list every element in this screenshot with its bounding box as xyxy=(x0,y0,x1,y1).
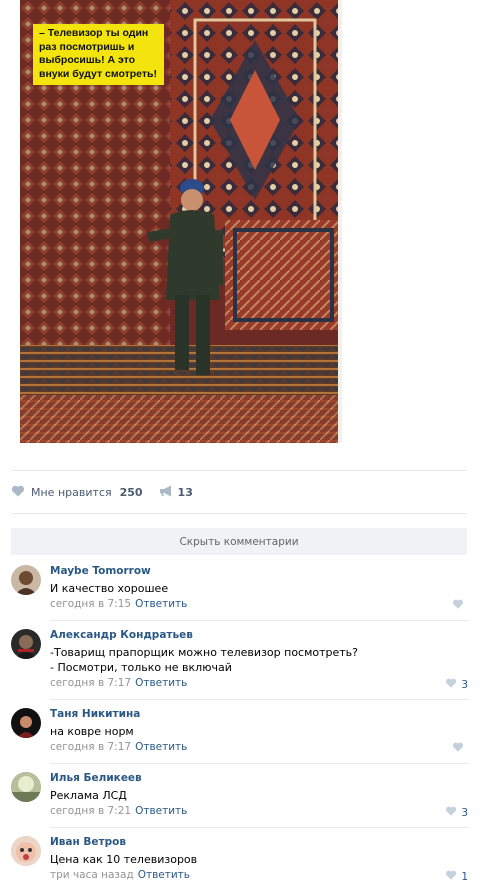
comment-like-count: 3 xyxy=(461,806,468,819)
avatar[interactable] xyxy=(11,772,41,802)
comment-author[interactable]: Maybe Tomorrow xyxy=(50,565,151,577)
reply-button[interactable]: Ответить xyxy=(138,869,190,881)
like-count: 250 xyxy=(119,485,143,499)
comment-item: Иван Ветров Цена как 10 телевизоров три … xyxy=(0,836,488,884)
comment-like-button[interactable]: 1 xyxy=(445,870,468,883)
comment-time[interactable]: сегодня в 7:15 xyxy=(50,598,131,610)
comment-item: Александр Кондратьев -Товарищ прапорщик … xyxy=(0,629,488,699)
comment-author[interactable]: Иван Ветров xyxy=(50,836,126,848)
heart-icon xyxy=(452,742,464,755)
heart-icon xyxy=(445,678,457,691)
comment-time[interactable]: сегодня в 7:17 xyxy=(50,677,131,689)
comment-time[interactable]: сегодня в 7:21 xyxy=(50,805,131,817)
comment-author[interactable]: Александр Кондратьев xyxy=(50,629,193,641)
share-button[interactable]: 13 xyxy=(159,485,193,500)
heart-icon xyxy=(445,870,457,883)
avatar[interactable] xyxy=(11,629,41,659)
avatar[interactable] xyxy=(11,836,41,866)
like-button[interactable]: Мне нравится 250 xyxy=(11,485,143,500)
comment-like-count: 3 xyxy=(461,678,468,691)
comment-text: на ковре норм xyxy=(50,725,134,738)
comment-time[interactable]: три часа назад xyxy=(50,869,134,881)
comment-text: И качество хорошее xyxy=(50,582,169,595)
comment-separator xyxy=(50,827,468,828)
comment-author[interactable]: Таня Никитина xyxy=(50,708,140,720)
comment-meta: сегодня в 7:21 Ответить xyxy=(50,805,187,817)
comment-like-count: 1 xyxy=(461,870,468,883)
avatar[interactable] xyxy=(11,708,41,738)
comment-separator xyxy=(50,620,468,621)
reply-button[interactable]: Ответить xyxy=(135,805,187,817)
hide-comments-button[interactable]: Скрыть комментарии xyxy=(11,528,467,555)
divider xyxy=(11,513,467,514)
heart-icon xyxy=(11,485,25,500)
comment-time[interactable]: сегодня в 7:17 xyxy=(50,741,131,753)
reply-button[interactable]: Ответить xyxy=(135,598,187,610)
comment-item: Таня Никитина на ковре норм сегодня в 7:… xyxy=(0,708,488,764)
comment-meta: сегодня в 7:15 Ответить xyxy=(50,598,187,610)
comment-meta: сегодня в 7:17 Ответить xyxy=(50,741,187,753)
comment-separator xyxy=(50,699,468,700)
share-count: 13 xyxy=(177,485,193,499)
post-actions: Мне нравится 250 13 xyxy=(11,482,193,502)
reply-button[interactable]: Ответить xyxy=(135,677,187,689)
heart-icon xyxy=(445,806,457,819)
divider xyxy=(11,470,467,471)
avatar[interactable] xyxy=(11,565,41,595)
comment-like-button[interactable]: 3 xyxy=(445,678,468,691)
comment-author[interactable]: Илья Беликеев xyxy=(50,772,142,784)
heart-icon xyxy=(452,599,464,612)
like-label: Мне нравится xyxy=(31,485,112,499)
comment-meta: три часа назад Ответить xyxy=(50,869,190,881)
post-photo[interactable]: – Телевизор ты один раз посмотришь и выб… xyxy=(20,0,342,443)
megaphone-icon xyxy=(159,485,173,500)
comment-text: Реклама ЛСД xyxy=(50,789,127,802)
comment-text: Цена как 10 телевизоров xyxy=(50,853,198,866)
comment-separator xyxy=(50,763,468,764)
comment-text: -Товарищ прапорщик можно телевизор посмо… xyxy=(50,646,359,674)
comment-item: Maybe Tomorrow И качество хорошее сегодн… xyxy=(0,565,488,621)
comment-item: Илья Беликеев Реклама ЛСД сегодня в 7:21… xyxy=(0,772,488,828)
comment-like-button[interactable]: 3 xyxy=(445,806,468,819)
photo-caption: – Телевизор ты один раз посмотришь и выб… xyxy=(33,24,164,85)
comment-like-button[interactable] xyxy=(452,742,468,755)
comment-meta: сегодня в 7:17 Ответить xyxy=(50,677,187,689)
comment-like-button[interactable] xyxy=(452,599,468,612)
reply-button[interactable]: Ответить xyxy=(135,741,187,753)
